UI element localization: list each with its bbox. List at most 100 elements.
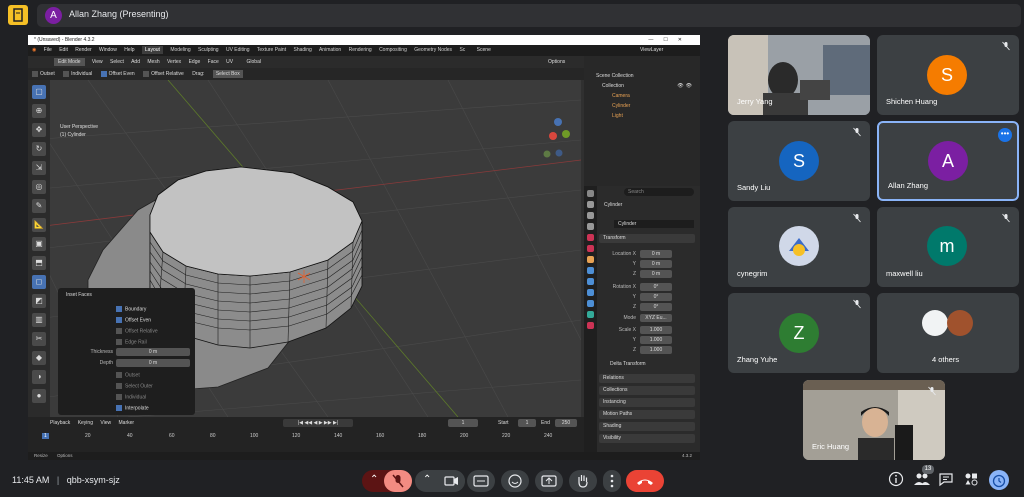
outliner-camera[interactable]: Camera bbox=[612, 93, 630, 99]
current-frame-field[interactable]: 1 bbox=[448, 419, 478, 427]
workspace-layout[interactable]: Layout bbox=[141, 46, 163, 54]
thickness-field[interactable]: 0 m bbox=[116, 348, 190, 356]
menu-window[interactable]: Window bbox=[99, 47, 117, 53]
data-tab-icon[interactable] bbox=[587, 311, 594, 318]
outliner-scene-collection[interactable]: Scene Collection bbox=[596, 73, 634, 79]
header-face[interactable]: Face bbox=[208, 59, 219, 65]
workspace-shading[interactable]: Shading bbox=[293, 47, 311, 53]
modifier-tab-icon[interactable] bbox=[587, 267, 594, 274]
transform-section[interactable]: Transform bbox=[599, 234, 695, 243]
bevel-tool-icon[interactable]: ◩ bbox=[32, 294, 46, 308]
host-controls-button[interactable] bbox=[989, 470, 1009, 490]
smooth-tool-icon[interactable]: ● bbox=[32, 389, 46, 403]
window-controls[interactable]: —☐✕ bbox=[648, 35, 692, 45]
move-tool-icon[interactable]: ✥ bbox=[32, 123, 46, 137]
more-options-button[interactable] bbox=[603, 470, 621, 492]
view-layer-selector[interactable]: ViewLayer bbox=[640, 45, 663, 56]
workspace-geometry-nodes[interactable]: Geometry Nodes bbox=[414, 47, 452, 53]
workspace-scripting[interactable]: Sc bbox=[459, 47, 465, 53]
header-vertex[interactable]: Vertex bbox=[167, 59, 181, 65]
add-cube-tool-icon[interactable]: ▣ bbox=[32, 237, 46, 251]
meeting-details-icon[interactable] bbox=[888, 471, 904, 487]
edge-rail-checkbox[interactable]: Edge Rail bbox=[116, 339, 147, 345]
select-tool-icon[interactable]: ▢ bbox=[32, 85, 46, 99]
timeline-playback[interactable]: Playback bbox=[50, 420, 70, 426]
participant-tile-maxwell[interactable]: m maxwell liu bbox=[877, 207, 1019, 287]
captions-button[interactable] bbox=[467, 470, 495, 492]
render-tab-icon[interactable] bbox=[587, 201, 594, 208]
tool-tab-icon[interactable] bbox=[587, 190, 594, 197]
inset-tool-icon[interactable]: ◻ bbox=[32, 275, 46, 289]
location-y-field[interactable]: 0 m bbox=[640, 260, 672, 268]
output-tab-icon[interactable] bbox=[587, 212, 594, 219]
outliner-cylinder[interactable]: Cylinder bbox=[612, 103, 630, 109]
physics-tab-icon[interactable] bbox=[587, 289, 594, 296]
delta-transform-section[interactable]: Delta Transform bbox=[606, 360, 695, 369]
timeline-view[interactable]: View bbox=[100, 420, 111, 426]
object-tab-icon[interactable] bbox=[587, 256, 594, 263]
depth-field[interactable]: 0 m bbox=[116, 359, 190, 367]
workspace-compositing[interactable]: Compositing bbox=[379, 47, 407, 53]
menu-file[interactable]: File bbox=[44, 47, 52, 53]
workspace-sculpting[interactable]: Sculpting bbox=[198, 47, 219, 53]
timeline-keying[interactable]: Keying bbox=[78, 420, 93, 426]
properties-search[interactable]: Search bbox=[624, 188, 694, 196]
orientation-selector[interactable]: Global bbox=[247, 59, 261, 65]
cursor-tool-icon[interactable]: ⊕ bbox=[32, 104, 46, 118]
measure-tool-icon[interactable]: 📐 bbox=[32, 218, 46, 232]
rotation-x-field[interactable]: 0° bbox=[640, 283, 672, 291]
participant-tile-cynegrim[interactable]: cynegrim bbox=[728, 207, 870, 287]
offset-relative-checkbox[interactable]: Offset Relative bbox=[116, 328, 158, 334]
select-outer-checkbox[interactable]: Select Outer bbox=[116, 383, 153, 389]
location-x-field[interactable]: 0 m bbox=[640, 250, 672, 258]
opt-outset[interactable]: Outset bbox=[32, 70, 55, 77]
scale-x-field[interactable]: 1.000 bbox=[640, 326, 672, 334]
outset-checkbox[interactable]: Outset bbox=[116, 372, 140, 378]
mic-toggle-button[interactable] bbox=[384, 470, 412, 492]
outliner-collection[interactable]: Collection bbox=[602, 83, 624, 89]
presenter-chip[interactable]: A Allan Zhang (Presenting) bbox=[37, 4, 1021, 27]
visibility-section[interactable]: Visibility bbox=[599, 434, 695, 443]
raise-hand-button[interactable] bbox=[569, 470, 597, 492]
motion-paths-section[interactable]: Motion Paths bbox=[599, 410, 695, 419]
more-options-icon[interactable]: ••• bbox=[998, 128, 1012, 142]
individual-checkbox[interactable]: Individual bbox=[116, 394, 146, 400]
reactions-button[interactable] bbox=[501, 470, 529, 492]
location-z-field[interactable]: 0 m bbox=[640, 270, 672, 278]
workspace-rendering[interactable]: Rendering bbox=[349, 47, 372, 53]
visibility-eye-icon[interactable]: 👁👁 bbox=[677, 83, 694, 89]
camera-options-chevron-icon[interactable]: ⌃ bbox=[423, 474, 431, 485]
constraints-tab-icon[interactable] bbox=[587, 300, 594, 307]
menu-render[interactable]: Render bbox=[75, 47, 91, 53]
scene-selector[interactable]: Scene bbox=[477, 47, 491, 53]
spin-tool-icon[interactable]: ◑ bbox=[32, 370, 46, 384]
participant-tile-jerry[interactable]: Jerry Yang bbox=[728, 35, 870, 115]
scene-tab-icon[interactable] bbox=[587, 234, 594, 241]
viewport-options[interactable]: Options bbox=[548, 56, 565, 68]
material-tab-icon[interactable] bbox=[587, 322, 594, 329]
interpolate-checkbox[interactable]: Interpolate bbox=[116, 405, 149, 411]
participant-tile-others[interactable]: 4 others bbox=[877, 293, 1019, 373]
rotation-y-field[interactable]: 0° bbox=[640, 293, 672, 301]
header-add[interactable]: Add bbox=[131, 59, 140, 65]
knife-tool-icon[interactable]: ✂ bbox=[32, 332, 46, 346]
opt-individual[interactable]: Individual bbox=[63, 70, 92, 77]
people-button[interactable]: 13 bbox=[913, 465, 934, 487]
rotation-z-field[interactable]: 0° bbox=[640, 303, 672, 311]
transform-tool-icon[interactable]: ◎ bbox=[32, 180, 46, 194]
leave-call-button[interactable] bbox=[626, 470, 664, 492]
annotate-tool-icon[interactable]: ✎ bbox=[32, 199, 46, 213]
scale-z-field[interactable]: 1.000 bbox=[640, 346, 672, 354]
relations-section[interactable]: Relations bbox=[599, 374, 695, 383]
extrude-tool-icon[interactable]: ⬒ bbox=[32, 256, 46, 270]
playback-controls[interactable]: |◀ ◀◀ ◀ ▶ ▶▶ ▶| bbox=[283, 419, 353, 427]
self-view-tile[interactable]: Eric Huang bbox=[803, 380, 945, 460]
header-view[interactable]: View bbox=[92, 59, 103, 65]
poly-build-tool-icon[interactable]: ◆ bbox=[32, 351, 46, 365]
workspace-texture-paint[interactable]: Texture Paint bbox=[257, 47, 286, 53]
workspace-animation[interactable]: Animation bbox=[319, 47, 341, 53]
drag-select[interactable]: Select Box bbox=[212, 70, 243, 78]
shading-section[interactable]: Shading bbox=[599, 422, 695, 431]
camera-toggle-button[interactable] bbox=[437, 470, 465, 492]
world-tab-icon[interactable] bbox=[587, 245, 594, 252]
